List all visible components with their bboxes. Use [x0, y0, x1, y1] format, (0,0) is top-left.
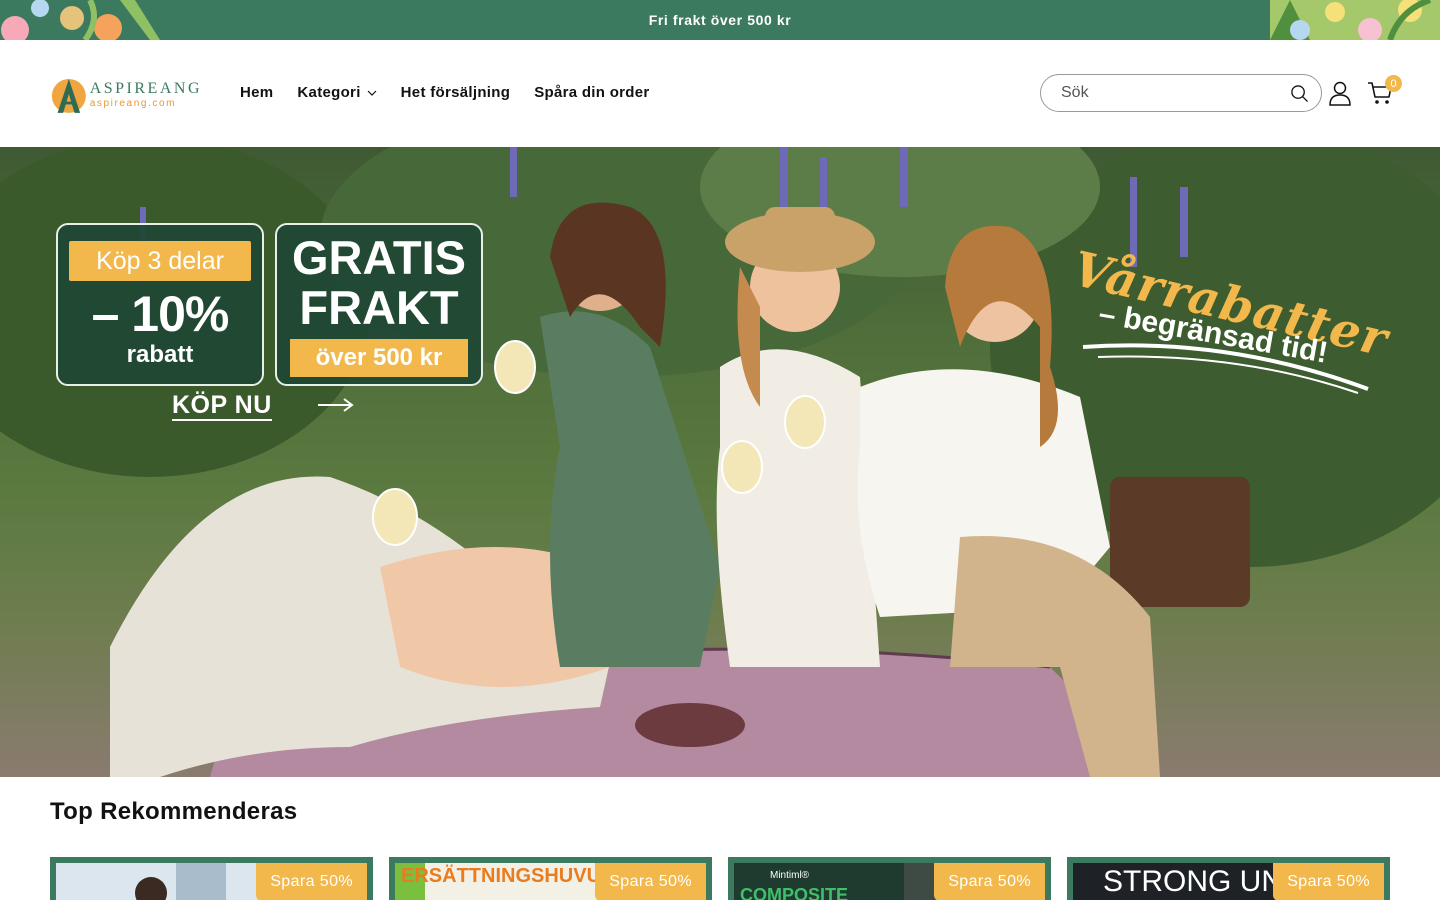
announcement-bar: Fri frakt över 500 kr [0, 0, 1440, 40]
promo-tag: Köp 3 delar [69, 241, 251, 281]
arrow-right-icon [318, 398, 354, 412]
product-image-text: STRONG UN [1103, 865, 1283, 898]
logo-name: ASPIREANG [89, 80, 202, 97]
logo[interactable]: ASPIREANG aspireang.com [50, 73, 202, 117]
search-icon[interactable] [1290, 84, 1309, 103]
promo-percentage: – 10% [91, 286, 230, 342]
swoosh-decoration [1082, 343, 1369, 394]
search-box [1040, 74, 1322, 112]
section-title: Top Rekommenderas [50, 798, 298, 825]
flower-decoration-right [1270, 0, 1440, 40]
promo-shipping-tag: över 500 kr [290, 339, 468, 377]
hero-banner[interactable]: Köp 3 delar – 10% rabatt GRATIS FRAKT öv… [0, 147, 1440, 777]
nav-item-label: Kategori [297, 84, 361, 101]
nav-item-kategori[interactable]: Kategori [297, 84, 377, 101]
promo-discount-box: Köp 3 delar – 10% rabatt [56, 223, 264, 386]
discount-badge: Spara 50% [1273, 863, 1384, 900]
shop-now-link[interactable]: KÖP NU [172, 391, 272, 421]
product-card[interactable]: Mintiml® COMPOSITE Spara 50% [728, 857, 1051, 900]
announcement-text: Fri frakt över 500 kr [648, 12, 792, 28]
promo-label: rabatt [126, 341, 194, 368]
cart-count-badge: 0 [1385, 75, 1402, 92]
discount-badge: Spara 50% [256, 863, 367, 900]
svg-text:Mintiml®: Mintiml® [770, 870, 810, 881]
logo-subtitle: aspireang.com [89, 98, 177, 109]
product-card[interactable]: ERSÄTTNINGSHUVUD FÖR Spara 50% [389, 857, 712, 900]
promo-shipping-line1: GRATIS [291, 231, 467, 284]
product-card[interactable]: STRONG UN Spara 50% [1067, 857, 1390, 900]
discount-badge: Spara 50% [934, 863, 1045, 900]
nav-item-spara-order[interactable]: Spåra din order [534, 84, 649, 101]
nav-item-label: Hem [240, 84, 274, 101]
nav-item-hem[interactable]: Hem [240, 84, 273, 101]
product-card[interactable]: Spara 50% [50, 857, 373, 900]
discount-badge: Spara 50% [595, 863, 706, 900]
nav-item-label: Spåra din order [534, 84, 650, 101]
main-nav: Hem Kategori Het försäljning Spåra din o… [240, 84, 674, 101]
site-header: ASPIREANG aspireang.com Hem Kategori Het… [0, 40, 1440, 147]
logo-mark-icon [51, 78, 86, 113]
search-input[interactable] [1061, 84, 1281, 102]
promo-shipping-box: GRATIS FRAKT över 500 kr [275, 223, 483, 386]
product-image-text: COMPOSITE [740, 885, 849, 900]
chevron-down-icon [367, 90, 377, 96]
nav-item-het-forsaljning[interactable]: Het försäljning [401, 84, 511, 101]
product-grid: Spara 50% ERSÄTTNINGSHUVUD FÖR Spara 50%… [50, 857, 1390, 900]
promo-shipping-line2: FRAKT [299, 281, 459, 334]
account-icon[interactable] [1328, 80, 1352, 106]
flower-decoration-left [0, 0, 160, 40]
nav-item-label: Het försäljning [400, 84, 511, 101]
